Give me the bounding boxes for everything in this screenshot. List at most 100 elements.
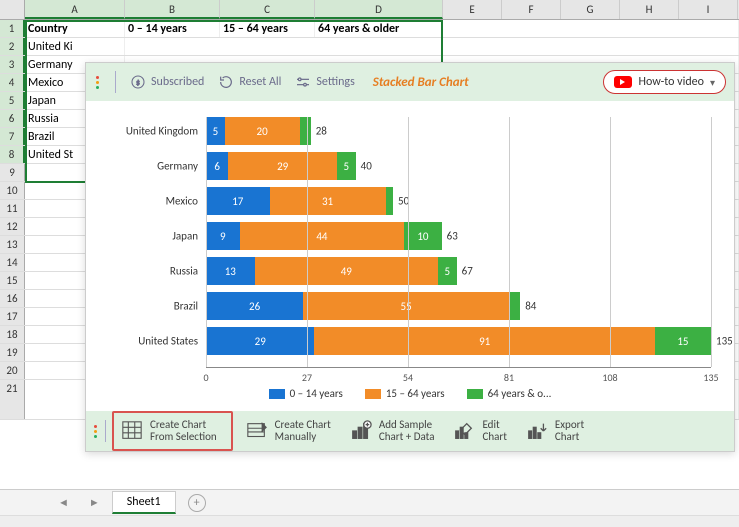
bar-segment bbox=[386, 187, 393, 215]
col-I[interactable]: I bbox=[679, 0, 738, 19]
category-label: United States bbox=[94, 335, 206, 348]
col-D[interactable]: D bbox=[315, 0, 443, 19]
chevron-down-icon: ▾ bbox=[710, 76, 715, 89]
chart-type-title: Stacked Bar Chart bbox=[373, 75, 469, 90]
bar-segment: 13 bbox=[206, 257, 255, 285]
row-header[interactable]: 20 bbox=[0, 362, 25, 379]
row-header[interactable]: 8 bbox=[0, 146, 25, 163]
howto-video-button[interactable]: How-to video ▾ bbox=[603, 70, 726, 94]
panel-commands: Create Chart From Selection Create Chart… bbox=[86, 411, 734, 451]
header-cell[interactable]: 64 years & older bbox=[315, 20, 443, 37]
row-header[interactable]: 10 bbox=[0, 182, 25, 199]
row-header[interactable]: 16 bbox=[0, 290, 25, 307]
bar-total: 40 bbox=[356, 160, 372, 173]
category-label: Russia bbox=[94, 265, 206, 278]
axis-tick: 54 bbox=[403, 371, 413, 384]
bar-segment: 55 bbox=[303, 292, 509, 320]
bar-segment: 5 bbox=[206, 117, 225, 145]
col-C[interactable]: C bbox=[220, 0, 315, 19]
tab-prev-icon[interactable]: ◄ bbox=[50, 496, 77, 509]
settings-button[interactable]: Settings bbox=[295, 74, 354, 90]
category-label: Brazil bbox=[94, 300, 206, 313]
bar-total: 50 bbox=[393, 195, 409, 208]
row-header[interactable]: 17 bbox=[0, 308, 25, 325]
row-header[interactable]: 15 bbox=[0, 272, 25, 289]
bar-segment: 29 bbox=[228, 152, 336, 180]
bar-segment bbox=[300, 117, 311, 145]
header-cell[interactable]: 0 – 14 years bbox=[125, 20, 220, 37]
row-header[interactable]: 11 bbox=[0, 200, 25, 217]
col-G[interactable]: G bbox=[561, 0, 620, 19]
row-header[interactable]: 13 bbox=[0, 236, 25, 253]
bar-total: 84 bbox=[520, 300, 536, 313]
col-B[interactable]: B bbox=[125, 0, 220, 19]
empty-cell[interactable] bbox=[125, 38, 739, 55]
bar-total: 63 bbox=[442, 230, 458, 243]
row-header[interactable]: 3 bbox=[0, 56, 25, 73]
row-header[interactable]: 1 bbox=[0, 20, 25, 37]
row-header[interactable]: 19 bbox=[0, 344, 25, 361]
row-header[interactable]: 14 bbox=[0, 254, 25, 271]
axis-tick: 108 bbox=[602, 371, 617, 384]
axis-tick: 135 bbox=[703, 371, 718, 384]
category-label: United Kingdom bbox=[94, 125, 206, 138]
row-header[interactable]: 7 bbox=[0, 128, 25, 145]
cmd-label: Edit Chart bbox=[482, 419, 506, 443]
create-from-selection-button[interactable]: Create Chart From Selection bbox=[112, 411, 233, 451]
chart-canvas: United Kingdom52028Germany629540Mexico17… bbox=[86, 101, 734, 413]
header-cell[interactable]: Country bbox=[25, 20, 125, 37]
row-header[interactable]: 2 bbox=[0, 38, 25, 55]
empty-cell[interactable] bbox=[443, 20, 739, 37]
bar-segment bbox=[509, 292, 520, 320]
data-cell[interactable]: United Ki bbox=[25, 38, 125, 55]
bar-segment: 91 bbox=[314, 327, 654, 355]
legend-2: 64 years & o... bbox=[488, 387, 552, 400]
axis-tick: 81 bbox=[504, 371, 514, 384]
bar-segment: 44 bbox=[240, 222, 405, 250]
cmd-label: Export Chart bbox=[555, 419, 584, 443]
bar-segment: 20 bbox=[225, 117, 300, 145]
bar-segment: 10 bbox=[404, 222, 441, 250]
add-sheet-button[interactable]: + bbox=[188, 494, 206, 512]
col-E[interactable]: E bbox=[443, 0, 502, 19]
menu-dots-icon[interactable] bbox=[94, 76, 101, 89]
cmd-label: Add Sample Chart + Data bbox=[379, 419, 435, 443]
row-header[interactable]: 6 bbox=[0, 110, 25, 127]
bar-segment: 49 bbox=[255, 257, 438, 285]
create-manually-button[interactable]: Create Chart Manually bbox=[239, 415, 337, 447]
bar-segment: 15 bbox=[655, 327, 711, 355]
row-header[interactable]: 18 bbox=[0, 326, 25, 343]
tab-next-icon[interactable]: ► bbox=[81, 496, 108, 509]
col-A[interactable]: A bbox=[25, 0, 125, 19]
add-sample-button[interactable]: Add Sample Chart + Data bbox=[343, 415, 441, 447]
header-cell[interactable]: 15 – 64 years bbox=[220, 20, 315, 37]
category-label: Germany bbox=[94, 160, 206, 173]
reset-all-button[interactable]: Reset All bbox=[218, 74, 281, 90]
subscribed-button[interactable]: $ Subscribed bbox=[130, 74, 204, 90]
sheet-tab[interactable]: Sheet1 bbox=[112, 491, 176, 514]
youtube-icon bbox=[614, 76, 632, 88]
row-header[interactable]: 9 bbox=[0, 164, 25, 181]
category-label: Mexico bbox=[94, 195, 206, 208]
row-header[interactable]: 21 bbox=[0, 380, 25, 419]
bar-segment: 26 bbox=[206, 292, 303, 320]
bar-segment: 6 bbox=[206, 152, 228, 180]
chart-legend: 0 – 14 years 15 – 64 years 64 years & o.… bbox=[86, 387, 734, 400]
panel-toolbar: $ Subscribed Reset All Settings Stacked … bbox=[86, 63, 734, 101]
row-header[interactable]: 4 bbox=[0, 74, 25, 91]
bar-segment: 29 bbox=[206, 327, 314, 355]
select-all-corner[interactable] bbox=[0, 0, 25, 19]
cmd-label: Create Chart From Selection bbox=[150, 419, 217, 443]
edit-chart-button[interactable]: Edit Chart bbox=[446, 415, 512, 447]
row-header[interactable]: 12 bbox=[0, 218, 25, 235]
column-headers: A B C D E F G H I bbox=[0, 0, 739, 20]
export-chart-button[interactable]: Export Chart bbox=[519, 415, 590, 447]
col-F[interactable]: F bbox=[502, 0, 561, 19]
bar-segment: 5 bbox=[337, 152, 356, 180]
row-header[interactable]: 5 bbox=[0, 92, 25, 109]
category-label: Japan bbox=[94, 230, 206, 243]
menu-dots-icon[interactable] bbox=[92, 425, 99, 438]
bar-segment: 31 bbox=[270, 187, 386, 215]
col-H[interactable]: H bbox=[620, 0, 679, 19]
svg-text:$: $ bbox=[136, 78, 140, 87]
